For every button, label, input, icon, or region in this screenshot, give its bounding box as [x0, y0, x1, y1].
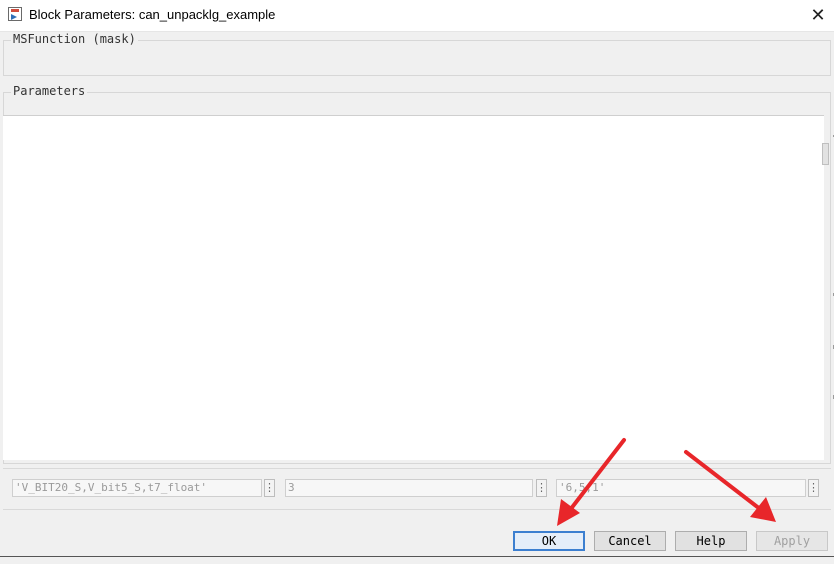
simulink-block-icon — [8, 7, 22, 21]
title-bar: Block Parameters: can_unpacklg_example ✕ — [0, 0, 834, 32]
function-group-label: MSFunction (mask) — [11, 32, 138, 46]
signal-types-browse-button[interactable]: ⋮ — [808, 479, 819, 497]
parameters-group-label: Parameters — [11, 84, 88, 98]
apply-button[interactable]: Apply — [756, 531, 828, 551]
signal-types-field[interactable]: '6,5,1' — [556, 479, 806, 497]
ok-button[interactable]: OK — [513, 531, 585, 551]
cancel-button[interactable]: Cancel — [594, 531, 666, 551]
parameters-panel — [3, 115, 824, 460]
help-button[interactable]: Help — [675, 531, 747, 551]
signal-count-browse-button[interactable]: ⋮ — [536, 479, 547, 497]
window-bottom-edge — [0, 556, 834, 557]
signal-names-field[interactable]: 'V_BIT20_S,V_bit5_S,t7_float' — [12, 479, 262, 497]
signal-names-browse-button[interactable]: ⋮ — [264, 479, 275, 497]
close-button[interactable]: ✕ — [802, 0, 834, 30]
signal-count-field[interactable]: 3 — [285, 479, 533, 497]
scrollbar-thumb[interactable] — [822, 143, 829, 165]
window-title: Block Parameters: can_unpacklg_example — [29, 7, 276, 22]
